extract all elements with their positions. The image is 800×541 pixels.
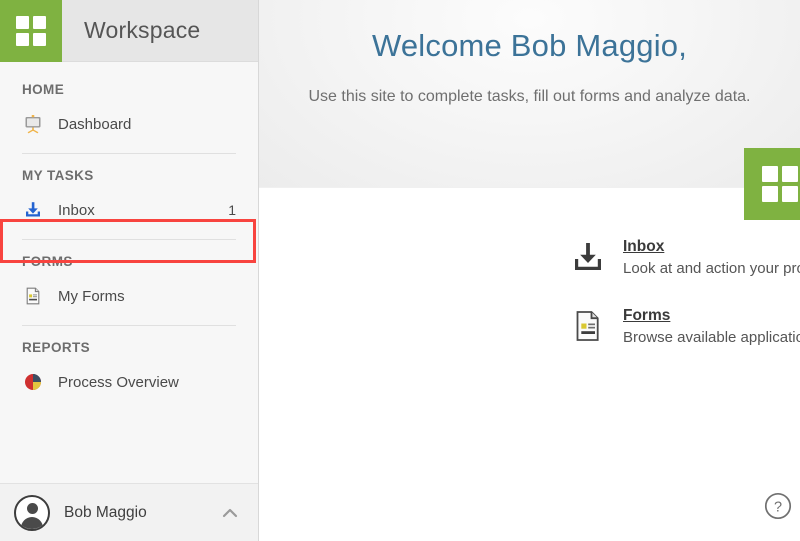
chevron-up-icon[interactable] [220, 503, 240, 523]
sidebar-section-home-label: HOME [0, 68, 258, 105]
feature-inbox: Inbox Look at and action your process ta… [569, 238, 800, 277]
inbox-link[interactable]: Inbox [623, 238, 664, 256]
workspace-title: Workspace [84, 17, 200, 44]
sidebar-item-label: Process Overview [58, 374, 179, 391]
feature-description: Look at and action your process tasks. [623, 260, 800, 277]
main-logo [744, 148, 800, 220]
user-avatar-icon [14, 495, 50, 531]
sidebar-item-inbox[interactable]: Inbox 1 [0, 191, 258, 229]
dashboard-easel-icon [22, 113, 44, 135]
feature-forms: Forms Browse available application forms… [569, 307, 800, 346]
app-root: Workspace HOME Dashboard [0, 0, 800, 541]
sidebar-section-reports-label: REPORTS [0, 326, 258, 363]
document-form-icon [22, 285, 44, 307]
user-name-label: Bob Maggio [64, 504, 147, 522]
help-circle-icon[interactable]: ? [764, 492, 792, 520]
inbox-download-icon [22, 199, 44, 221]
feature-description: Browse available application forms. [623, 329, 800, 346]
page-title: Welcome Bob Maggio, [259, 0, 800, 64]
document-form-icon [569, 307, 607, 343]
feature-text: Forms Browse available application forms… [623, 307, 800, 346]
grid-squares-icon [762, 166, 798, 202]
sidebar-item-process-overview[interactable]: Process Overview [0, 363, 258, 401]
sidebar-item-dashboard[interactable]: Dashboard [0, 105, 258, 143]
workspace-logo-button[interactable] [0, 0, 62, 62]
sidebar-item-label: Inbox [58, 202, 95, 219]
sidebar-nav: HOME Dashboard MY TASKS [0, 62, 258, 483]
feature-list: Inbox Look at and action your process ta… [569, 238, 800, 376]
sidebar-item-my-forms[interactable]: My Forms [0, 277, 258, 315]
inbox-download-icon [569, 238, 607, 274]
sidebar-item-count: 1 [228, 202, 236, 218]
main-content: Welcome Bob Maggio, Use this site to com… [259, 0, 800, 541]
grid-squares-icon [16, 16, 46, 46]
sidebar-section-forms-label: FORMS [0, 240, 258, 277]
sidebar-item-label: Dashboard [58, 116, 131, 133]
sidebar-section-mytasks-label: MY TASKS [0, 154, 258, 191]
sidebar-item-label: My Forms [58, 288, 125, 305]
sidebar: Workspace HOME Dashboard [0, 0, 259, 541]
sidebar-header: Workspace [0, 0, 258, 62]
welcome-hero: Welcome Bob Maggio, Use this site to com… [259, 0, 800, 188]
user-account-menu[interactable]: Bob Maggio [0, 483, 258, 541]
svg-text:?: ? [774, 499, 782, 515]
page-subtitle: Use this site to complete tasks, fill ou… [259, 64, 800, 106]
pie-chart-icon [22, 371, 44, 393]
feature-text: Inbox Look at and action your process ta… [623, 238, 800, 277]
forms-link[interactable]: Forms [623, 307, 670, 325]
